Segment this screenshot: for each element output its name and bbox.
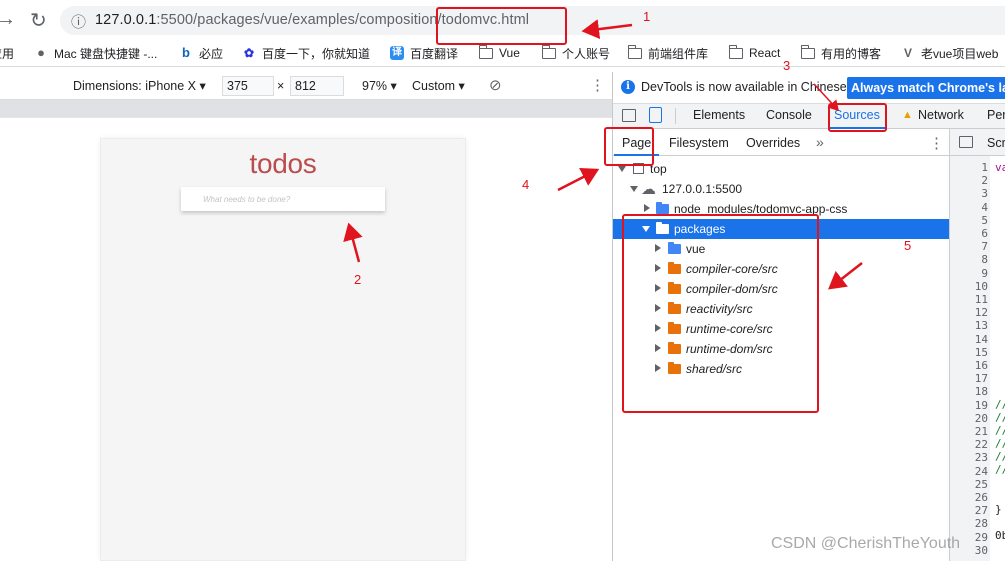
annotation-arrow-2 <box>343 222 363 263</box>
screenshot-root: → ↻ ⓘ 127.0.0.1:5500/packages/vue/exampl… <box>0 0 1005 561</box>
annotation-arrow-4 <box>557 167 600 192</box>
annotation-arrow-1 <box>581 19 633 40</box>
annotation-arrow-3 <box>813 83 840 112</box>
annotation-arrow-5 <box>828 262 863 290</box>
annotation-arrows <box>343 19 863 290</box>
csdn-watermark: CSDN @CherishTheYouth <box>771 535 961 552</box>
